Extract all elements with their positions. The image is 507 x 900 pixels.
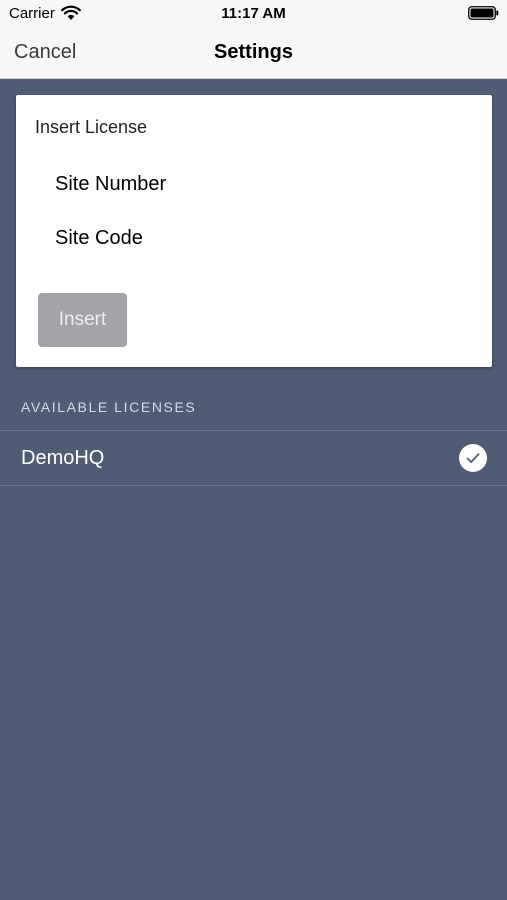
available-licenses-header: AVAILABLE LICENSES: [21, 399, 197, 415]
site-code-input[interactable]: [55, 221, 465, 255]
insert-license-card: Insert License Insert: [16, 95, 492, 367]
battery-full-icon: [468, 6, 499, 20]
page-title: Settings: [214, 41, 293, 63]
list-divider: [0, 485, 507, 486]
status-time: 11:17 AM: [221, 5, 286, 22]
checkmark-circle-icon: [459, 444, 487, 472]
top-bar: Carrier 11:17 AM Cancel Settings: [0, 0, 507, 79]
site-number-input[interactable]: [55, 167, 465, 201]
navigation-bar: Cancel Settings: [0, 28, 507, 78]
license-name: DemoHQ: [21, 447, 105, 469]
license-item-demohq[interactable]: DemoHQ: [0, 431, 507, 485]
insert-button[interactable]: Insert: [38, 293, 127, 347]
insert-license-title: Insert License: [35, 117, 148, 137]
status-bar: Carrier 11:17 AM: [0, 0, 507, 28]
